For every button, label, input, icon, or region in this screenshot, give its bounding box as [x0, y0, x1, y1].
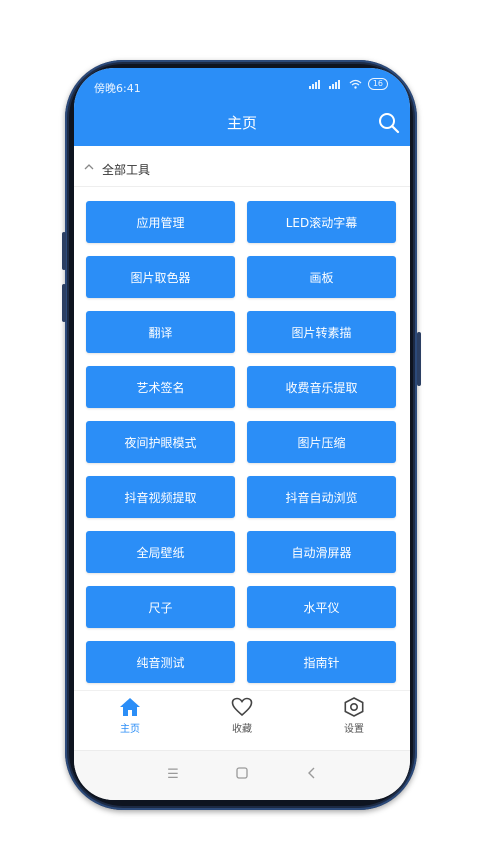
tool-button[interactable]: LED滚动字幕: [247, 201, 396, 243]
tool-button[interactable]: 收费音乐提取: [247, 366, 396, 408]
tool-button[interactable]: 夜间护眼模式: [86, 421, 235, 463]
tool-button[interactable]: 画板: [247, 256, 396, 298]
signal-icon: [328, 79, 343, 89]
tab-favorites[interactable]: 收藏: [212, 697, 272, 735]
tool-grid: 应用管理 LED滚动字幕 图片取色器 画板 翻译 图片转素描 艺术签名 收费音乐…: [86, 201, 396, 683]
bottom-tab-bar: 主页 收藏 设置: [74, 690, 410, 751]
tool-button[interactable]: 应用管理: [86, 201, 235, 243]
home-button-icon[interactable]: [234, 767, 250, 783]
tool-button[interactable]: 尺子: [86, 586, 235, 628]
page-title: 主页: [226, 114, 257, 132]
section-title: 全部工具: [102, 163, 151, 177]
tool-button[interactable]: 图片压缩: [247, 421, 396, 463]
back-icon[interactable]: [304, 767, 320, 783]
power-button: [417, 332, 421, 386]
system-nav-bar: ☰: [74, 750, 410, 800]
tab-settings-label: 设置: [344, 724, 364, 735]
tool-button[interactable]: 纯音测试: [86, 641, 235, 683]
home-icon: [120, 698, 140, 716]
status-time: 傍晚6:41: [94, 82, 141, 95]
status-icons: 16: [308, 78, 388, 90]
tool-button[interactable]: 图片转素描: [247, 311, 396, 353]
search-icon[interactable]: [378, 112, 400, 134]
section-toggle[interactable]: 全部工具: [74, 152, 410, 187]
heart-icon: [231, 697, 253, 717]
signal-icon: [308, 79, 323, 89]
tool-button[interactable]: 抖音视频提取: [86, 476, 235, 518]
tool-button[interactable]: 自动滑屏器: [247, 531, 396, 573]
tool-button[interactable]: 艺术签名: [86, 366, 235, 408]
tool-button[interactable]: 抖音自动浏览: [247, 476, 396, 518]
tool-button[interactable]: 指南针: [247, 641, 396, 683]
wifi-icon: [349, 79, 362, 89]
volume-button: [62, 284, 66, 322]
status-bar: 傍晚6:41 16: [74, 74, 410, 100]
tab-settings[interactable]: 设置: [324, 697, 384, 735]
volume-button: [62, 232, 66, 270]
tool-button[interactable]: 图片取色器: [86, 256, 235, 298]
tab-favorites-label: 收藏: [232, 724, 252, 735]
tool-button[interactable]: 全局壁纸: [86, 531, 235, 573]
chevron-up-icon: [84, 164, 94, 170]
app-header: 傍晚6:41 16 主页: [74, 68, 410, 146]
app-screen: 傍晚6:41 16 主页 全部工具 应用管理 LED滚动字幕 图片取色器 画板 …: [74, 68, 410, 800]
battery-indicator: 16: [367, 78, 388, 90]
tool-button[interactable]: 翻译: [86, 311, 235, 353]
tool-button[interactable]: 水平仪: [247, 586, 396, 628]
tab-home-label: 主页: [120, 724, 140, 735]
gear-icon: [344, 697, 364, 717]
menu-icon[interactable]: ☰: [165, 767, 181, 783]
tab-home[interactable]: 主页: [100, 697, 160, 735]
